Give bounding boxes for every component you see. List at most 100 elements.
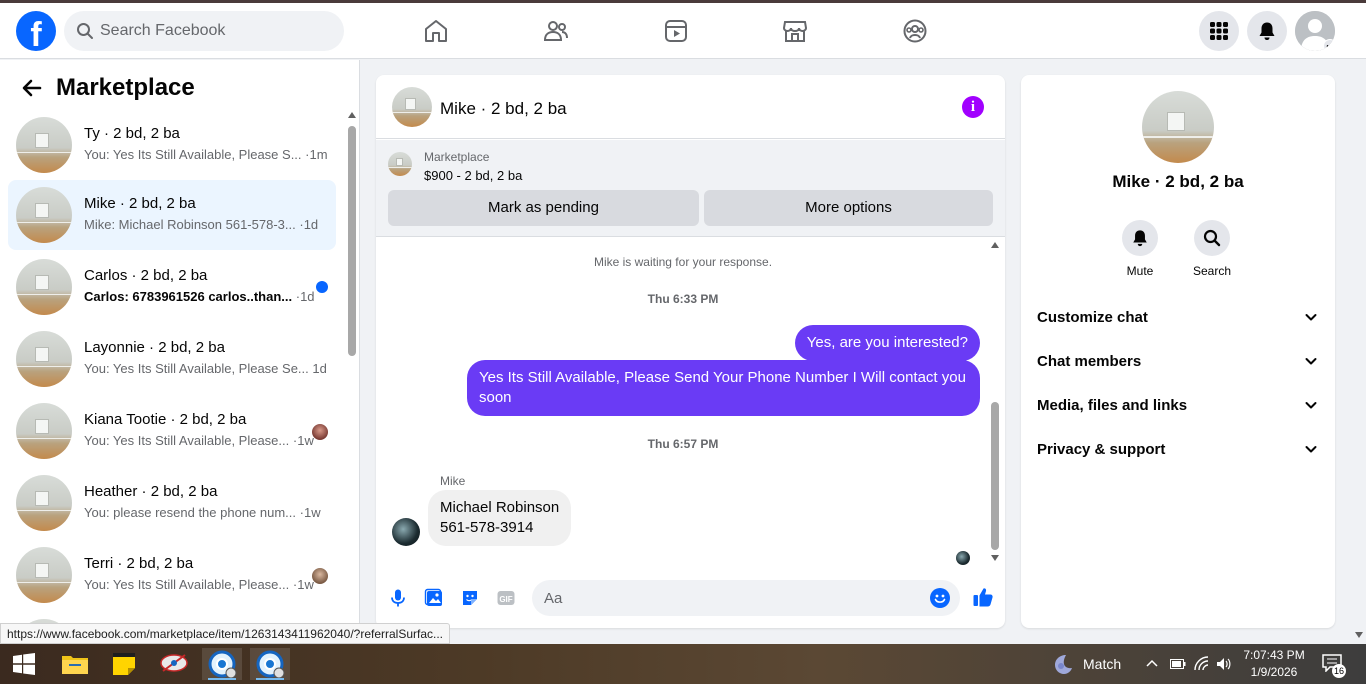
listing-price[interactable]: $900 - 2 bd, 2 ba (424, 168, 522, 183)
chevron-down-icon (1305, 402, 1317, 409)
marketplace-icon[interactable] (782, 18, 808, 44)
emoji-icon[interactable] (930, 588, 950, 608)
svg-text:GIF: GIF (499, 595, 512, 604)
conversation-item-heather[interactable]: Heather · 2 bd, 2 ba You: please resend … (8, 468, 336, 538)
sender-avatar[interactable] (392, 518, 420, 546)
groups-icon[interactable] (902, 18, 928, 44)
conversation-name-heading: Mike · 2 bd, 2 ba (1112, 172, 1244, 191)
chat-scroll-down-arrow[interactable] (991, 555, 999, 561)
conversation-name: Mike · 2 bd, 2 ba (84, 195, 196, 212)
read-receipt-avatar (956, 551, 970, 565)
gif-icon[interactable]: GIF (496, 588, 516, 608)
conversation-item-ty[interactable]: Ty · 2 bd, 2 ba You: Yes Its Still Avail… (8, 110, 336, 180)
search-action[interactable]: Search (1177, 220, 1247, 278)
section-label: Customize chat (1037, 309, 1148, 326)
sidebar-scroll-up-arrow[interactable] (348, 112, 356, 118)
sidebar-header: Marketplace (20, 72, 195, 104)
page-scrollbar[interactable] (1352, 60, 1366, 644)
photo-icon[interactable] (424, 588, 444, 608)
thumbs-up-icon[interactable] (972, 586, 994, 608)
privacy-support-section[interactable]: Privacy & support (1029, 429, 1327, 469)
conversation-name: Heather · 2 bd, 2 ba (84, 483, 218, 500)
clock-date[interactable]: 1/9/2026 (1240, 665, 1308, 679)
listing-thumbnail (16, 547, 72, 603)
taskbar-app-satellite[interactable] (154, 648, 194, 680)
back-arrow-icon[interactable] (20, 76, 44, 100)
windows-taskbar: Match 7:07:43 PM 1/9/2026 16 (0, 644, 1366, 684)
page-scroll-down-arrow[interactable] (1355, 632, 1363, 638)
media-files-links-section[interactable]: Media, files and links (1029, 385, 1327, 425)
taskbar-file-explorer[interactable] (55, 648, 95, 680)
conversation-item-mike[interactable]: Mike · 2 bd, 2 ba Mike: Michael Robinson… (8, 180, 336, 250)
mute-action[interactable]: Mute (1105, 220, 1175, 278)
outgoing-message[interactable]: Yes, are you interested? (794, 325, 980, 361)
timestamp-separator: Thu 6:33 PM (647, 292, 719, 306)
listing-thumbnail (16, 117, 72, 173)
conversation-preview: You: Yes Its Still Available, Please... … (84, 433, 314, 448)
sidebar-scrollbar-thumb[interactable] (348, 126, 356, 356)
weather-label[interactable]: Match (1083, 656, 1121, 672)
video-icon[interactable] (663, 18, 689, 44)
search-input[interactable] (100, 11, 330, 51)
browser-icon (256, 650, 285, 679)
listing-mini-thumbnail[interactable] (388, 152, 412, 176)
profile-listing-thumbnail[interactable] (1142, 91, 1214, 163)
more-options-button[interactable]: More options (704, 190, 993, 226)
chevron-up-icon[interactable] (1145, 658, 1159, 668)
mark-as-pending-button[interactable]: Mark as pending (388, 190, 699, 226)
notification-center-button[interactable]: 16 (1322, 654, 1346, 678)
search-box[interactable] (64, 11, 344, 51)
mute-button[interactable] (1122, 220, 1158, 256)
message-sender-name: Mike (440, 474, 466, 488)
listing-thumbnail (16, 475, 72, 531)
bell-icon (1133, 230, 1147, 247)
taskbar-chrome-profile-1[interactable] (202, 648, 242, 680)
friends-icon[interactable] (543, 18, 569, 44)
sidebar-title: Marketplace (56, 74, 195, 101)
chat-title[interactable]: Mike · 2 bd, 2 ba (440, 99, 567, 119)
facebook-logo[interactable]: f (16, 11, 56, 51)
timestamp-separator: Thu 6:57 PM (647, 437, 719, 451)
conversation-item-kiana[interactable]: Kiana Tootie · 2 bd, 2 ba You: Yes Its S… (8, 396, 336, 466)
folder-icon (62, 656, 88, 674)
start-button[interactable] (4, 648, 44, 680)
section-label: Chat members (1037, 353, 1142, 370)
chat-listing-thumbnail[interactable] (392, 87, 432, 127)
chat-scrollbar-thumb[interactable] (991, 402, 999, 550)
chat-scroll-up-arrow[interactable] (991, 242, 999, 248)
info-icon[interactable]: i (962, 96, 984, 118)
section-label: Media, files and links (1037, 397, 1188, 414)
conversation-name: Carlos · 2 bd, 2 ba (84, 267, 208, 284)
outgoing-message[interactable]: Yes Its Still Available, Please Send You… (467, 360, 980, 416)
customize-chat-section[interactable]: Customize chat (1029, 297, 1327, 337)
message-input[interactable] (544, 580, 914, 616)
clock-time[interactable]: 7:07:43 PM (1240, 648, 1308, 662)
listing-thumbnail (16, 259, 72, 315)
message-composer[interactable] (532, 580, 960, 616)
conversation-item-carlos[interactable]: Carlos · 2 bd, 2 ba Carlos: 6783961526 c… (8, 252, 336, 322)
weather-moon-icon[interactable] (1052, 653, 1074, 675)
sticker-icon[interactable] (460, 588, 480, 608)
search-icon (1203, 229, 1221, 247)
chevron-down-icon (1305, 314, 1317, 321)
seen-avatar (312, 568, 328, 584)
menu-grid-button[interactable] (1199, 11, 1239, 51)
notifications-button[interactable] (1247, 11, 1287, 51)
account-avatar[interactable] (1295, 11, 1335, 51)
search-in-conversation-button[interactable] (1194, 220, 1230, 256)
chat-header: Mike · 2 bd, 2 ba i (376, 75, 1005, 139)
volume-icon[interactable] (1216, 656, 1232, 672)
account-chevron-down-icon (1323, 39, 1335, 51)
menu-grid-icon (1210, 22, 1228, 40)
conversation-item-layonnie[interactable]: Layonnie · 2 bd, 2 ba You: Yes Its Still… (8, 324, 336, 394)
chat-members-section[interactable]: Chat members (1029, 341, 1327, 381)
conversation-item-terri[interactable]: Terri · 2 bd, 2 ba You: Yes Its Still Av… (8, 540, 336, 610)
home-icon[interactable] (423, 18, 449, 44)
taskbar-chrome-profile-2[interactable] (250, 648, 290, 680)
battery-icon[interactable] (1170, 658, 1186, 670)
microphone-icon[interactable] (388, 588, 408, 608)
wifi-icon[interactable] (1194, 656, 1210, 672)
incoming-message[interactable]: Michael Robinson 561-578-3914 (428, 490, 572, 546)
sticky-notes-icon (113, 653, 135, 675)
taskbar-sticky-notes[interactable] (104, 648, 144, 680)
